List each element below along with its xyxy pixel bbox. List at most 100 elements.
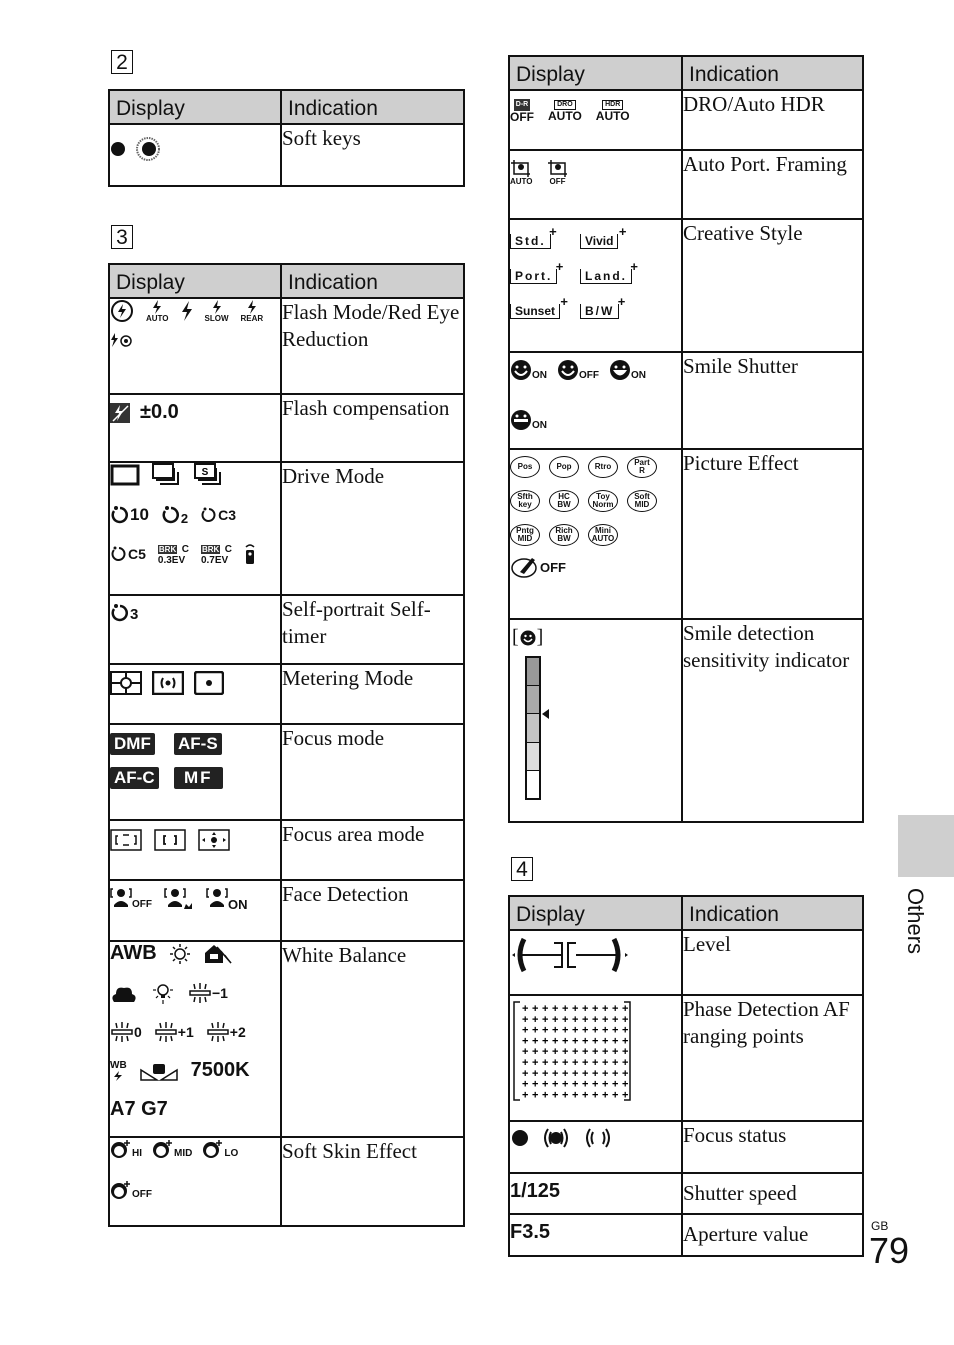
table-row: 3 Self-portrait Self-timer <box>108 594 465 665</box>
focus-mode-mf-badge: MF <box>174 767 223 789</box>
af-point: + <box>592 1089 598 1101</box>
indication-cell: Smile Shutter <box>681 351 864 450</box>
focus-mode-afs-badge: AF-S <box>174 733 222 755</box>
display-header: Display <box>508 895 683 931</box>
self-timer-continuous-3-icon: C3 <box>200 506 236 524</box>
table-row: S 10 2 C3 C5 BRK C 0.3EV BRK C 0.7EV Drive… <box>108 461 465 596</box>
display-header: Display <box>108 263 282 299</box>
display-cell: F3.5 <box>508 1213 683 1257</box>
af-point: + <box>522 1089 528 1101</box>
auto-port-framing-off-icon: OFF <box>547 159 569 187</box>
picture-effect-icon: Pos <box>510 456 540 478</box>
af-point: + <box>582 1089 588 1101</box>
section-number-2: 2 <box>111 50 133 74</box>
display-cell <box>508 929 683 996</box>
picture-effect-icon: Pntg MID <box>510 524 540 546</box>
section-tab-label: Others <box>903 888 928 955</box>
svg-text:S: S <box>202 467 209 478</box>
indication-cell: Soft keys <box>280 123 465 187</box>
indication-header: Indication <box>681 895 864 931</box>
af-point: + <box>602 1089 608 1101</box>
self-portrait-timer-icon: 3 <box>110 602 138 623</box>
indication-cell: White Balance <box>280 940 465 1138</box>
table-row: DMF AF-S AF-C MF Focus mode <box>108 723 465 821</box>
level-gauge-icon <box>510 935 630 975</box>
wb-daylight-icon <box>169 943 191 965</box>
display-cell <box>108 123 282 187</box>
table-row: F3.5 Aperture value <box>508 1213 864 1257</box>
flash-compensation-value: ±0.0 <box>140 401 179 423</box>
level-segment <box>527 741 539 770</box>
table-row: Level <box>508 929 864 996</box>
creative-style-sunset: Sunset <box>510 294 568 319</box>
table-row: AUTO SLOW REAR Flash Mode/Red Eye Reduct… <box>108 297 465 395</box>
wb-fluorescent-plus2-icon: +2 <box>206 1021 246 1043</box>
table-row: Metering Mode <box>108 663 465 725</box>
display-header: Display <box>508 55 683 91</box>
soft-key-dot-icon <box>110 141 126 157</box>
single-shooting-icon <box>110 464 140 486</box>
phase-detection-af-points-icon: + + + + + + + + + + + + + + + + + + + + + + + + + + + + + + + + + + + + + + + +… <box>510 1000 634 1102</box>
af-point: + <box>622 1089 628 1101</box>
picture-effect-off-icon: OFF <box>510 556 566 578</box>
indication-cell: Aperture value <box>681 1213 864 1257</box>
smile-detection-bracket-icon: [] <box>512 626 544 648</box>
speed-priority-continuous-icon: S <box>194 463 224 487</box>
display-cell: Std. Vivid Port. Land. Sunset B/W <box>508 218 683 353</box>
display-header: Display <box>108 89 282 125</box>
display-cell <box>108 819 282 881</box>
indication-cell: Drive Mode <box>280 461 465 596</box>
section-tab <box>898 815 954 877</box>
indication-cell: Focus area mode <box>280 819 465 881</box>
display-cell: AUTO OFF <box>508 149 683 220</box>
indication-header: Indication <box>280 263 465 299</box>
bracket-0-3ev-icon: BRK C 0.3EV <box>157 544 189 566</box>
focus-continuous-locked-icon <box>540 1126 572 1150</box>
table-row: Std. Vivid Port. Land. Sunset B/W Creati… <box>508 218 864 353</box>
display-cell: Pos Pop Rtro Part R Sfth key HC BW Toy Norm Soft MID… <box>508 448 683 620</box>
af-point: + <box>562 1089 568 1101</box>
table-row: AWB −1 0 +1 +2 WB 7500K A7 G7 White Bala… <box>108 940 465 1138</box>
indication-cell: Focus status <box>681 1120 864 1174</box>
self-timer-10-icon: 10 <box>110 505 149 525</box>
indication-cell: Face Detection <box>280 879 465 942</box>
wb-fluorescent-minus1-icon: −1 <box>188 982 228 1004</box>
soft-key-dial-icon <box>136 137 160 161</box>
picture-effect-icons: Pos Pop Rtro Part R Sfth key HC BW Toy Norm Soft MID… <box>510 456 681 546</box>
soft-skin-hi-icon: HI <box>110 1138 142 1159</box>
section-2-table: Display Indication Soft keys <box>108 89 465 187</box>
indication-cell: Creative Style <box>681 218 864 353</box>
table-header: Display Indication <box>508 895 864 931</box>
focus-area-wide-icon <box>110 829 142 851</box>
indication-cell: Smile detection sensitivity indicator <box>681 618 864 823</box>
picture-effect-icon: Sfth key <box>510 490 540 512</box>
table-row: Soft keys <box>108 123 465 187</box>
flash-compensation-icon <box>110 402 130 423</box>
section-3-continued-table: Display Indication D-R OFF DRO AUTO HDR AUT… <box>508 55 864 823</box>
display-cell <box>108 663 282 725</box>
smile-shutter-laugh-icon: ON <box>510 409 547 431</box>
picture-effect-icon: Pop <box>549 456 579 478</box>
table-row: [] Smile detection sensitivity indicator <box>508 618 864 823</box>
table-row: ON OFF ON ON Smile Shutter <box>508 351 864 450</box>
focus-area-center-icon <box>154 829 186 851</box>
smile-shutter-off-icon: OFF <box>557 359 599 381</box>
focus-mode-dmf-badge: DMF <box>110 733 155 755</box>
wb-flash-icon: WB <box>110 1060 127 1081</box>
display-cell: AUTO SLOW REAR <box>108 297 282 395</box>
sensitivity-marker-icon <box>542 709 549 719</box>
dro-off-icon: D-R OFF <box>510 99 534 124</box>
wb-shade-icon <box>203 943 233 965</box>
display-cell: S 10 2 C3 C5 BRK C 0.3EV BRK C 0.7EV <box>108 461 282 596</box>
indication-cell: Phase Detection AF ranging points <box>681 994 864 1122</box>
rear-sync-icon: REAR <box>241 299 263 323</box>
af-point: + <box>612 1089 618 1101</box>
indication-cell: Metering Mode <box>280 663 465 725</box>
auto-port-framing-auto-icon: AUTO <box>510 159 533 187</box>
dro-auto-icon: DRO AUTO <box>548 100 582 123</box>
soft-skin-off-icon: OFF <box>110 1179 152 1200</box>
creative-style-bw: B/W <box>580 294 628 319</box>
flash-off-icon <box>110 299 134 323</box>
wb-incandescent-icon <box>150 981 176 1005</box>
wb-custom-icon <box>139 1060 179 1082</box>
